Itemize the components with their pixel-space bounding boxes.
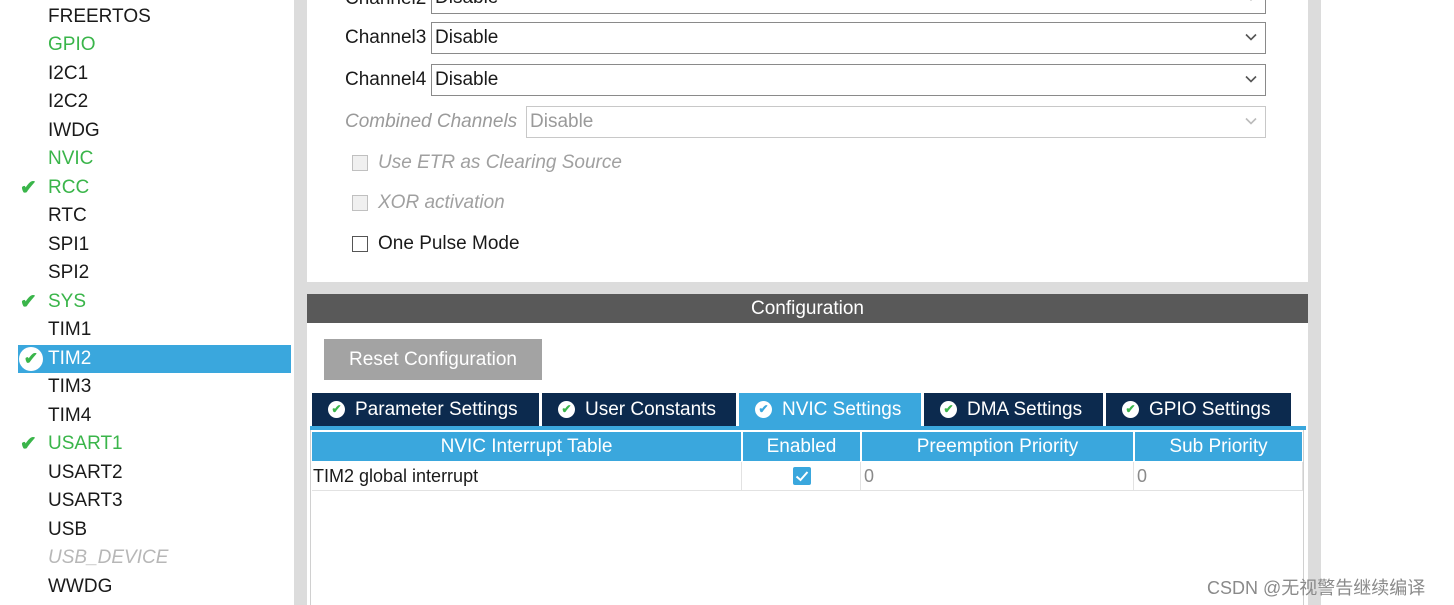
check-icon (795, 471, 809, 482)
channel4-select[interactable]: Disable (431, 64, 1266, 96)
tab-parameter-settings[interactable]: ✔ Parameter Settings (312, 393, 539, 426)
sidebar-item-label: USART1 (48, 433, 123, 454)
sidebar-item-sys[interactable]: ✔ SYS (18, 288, 291, 316)
sidebar-item-label: FREERTOS (48, 6, 151, 27)
peripheral-list: FREERTOS GPIO I2C1 I2C2 IWDG NVIC ✔ RCC … (0, 0, 294, 605)
channel2-select[interactable]: Disable (431, 0, 1266, 14)
sidebar-item-label: USART3 (48, 490, 123, 511)
sidebar-item-wwdg[interactable]: WWDG (18, 573, 291, 601)
combined-channels-label: Combined Channels (345, 111, 518, 132)
sidebar-item-tim1[interactable]: TIM1 (18, 316, 291, 344)
one-pulse-mode-label: One Pulse Mode (378, 233, 520, 254)
sidebar-item-tim2[interactable]: ✔ TIM2 (18, 345, 291, 373)
tab-user-constants[interactable]: ✔ User Constants (542, 393, 736, 426)
sidebar-item-label: GPIO (48, 34, 96, 55)
sidebar-item-label: NVIC (48, 148, 94, 169)
channel2-label: Channel2 (345, 0, 426, 10)
column-header-enabled[interactable]: Enabled (743, 432, 860, 461)
sidebar-item-gpio[interactable]: GPIO (18, 31, 291, 59)
tab-gpio-settings[interactable]: ✔ GPIO Settings (1106, 393, 1291, 426)
watermark: CSDN @无视警告继续编译 (1207, 578, 1426, 598)
sidebar-item-tim3[interactable]: TIM3 (18, 373, 291, 401)
tab-label: GPIO Settings (1149, 399, 1271, 420)
sidebar-item-label: WWDG (48, 576, 113, 597)
tab-dma-settings[interactable]: ✔ DMA Settings (924, 393, 1103, 426)
column-header-interrupt[interactable]: NVIC Interrupt Table (312, 432, 741, 461)
right-gutter (1308, 0, 1321, 605)
channel2-value: Disable (435, 0, 498, 8)
sidebar-item-i2c1[interactable]: I2C1 (18, 60, 291, 88)
column-header-preemption[interactable]: Preemption Priority (862, 432, 1133, 461)
tab-label: DMA Settings (967, 399, 1083, 420)
combined-channels-select: Disable (526, 106, 1266, 138)
sidebar-item-usart1[interactable]: ✔ USART1 (18, 430, 291, 458)
enabled-checkbox[interactable] (793, 467, 811, 485)
panel-divider[interactable] (307, 282, 1308, 294)
check-icon: ✔ (20, 291, 37, 313)
combined-channels-value: Disable (530, 111, 594, 132)
column-header-sub-priority[interactable]: Sub Priority (1135, 432, 1302, 461)
sidebar-item-label: USB (48, 519, 88, 540)
sidebar-item-usart2[interactable]: USART2 (18, 459, 291, 487)
chevron-down-icon (1245, 117, 1257, 125)
tab-label: NVIC Settings (782, 399, 902, 420)
channel4-value: Disable (435, 69, 499, 90)
sidebar-item-label: SPI2 (48, 262, 90, 283)
sidebar-item-tim4[interactable]: TIM4 (18, 402, 291, 430)
splitter[interactable] (294, 0, 307, 605)
check-circle-icon: ✔ (940, 401, 957, 418)
sidebar-item-label: RCC (48, 177, 90, 198)
sidebar-item-label: SPI1 (48, 234, 90, 255)
configuration-header: Configuration (307, 294, 1308, 323)
tab-label: Parameter Settings (355, 399, 518, 420)
checkbox-box[interactable] (352, 236, 368, 252)
sidebar-item-label: SYS (48, 291, 87, 312)
channel3-value: Disable (435, 27, 499, 48)
channel3-label: Channel3 (345, 27, 427, 48)
sidebar-item-label: USART2 (48, 462, 123, 483)
tab-nvic-settings[interactable]: ✔ NVIC Settings (739, 393, 921, 426)
sidebar-item-rtc[interactable]: RTC (18, 202, 291, 230)
channel4-label: Channel4 (345, 69, 427, 90)
sidebar-item-spi2[interactable]: SPI2 (18, 259, 291, 287)
check-circle-icon: ✔ (755, 401, 772, 418)
etr-clearing-label: Use ETR as Clearing Source (378, 152, 622, 173)
checkbox-box (352, 195, 368, 211)
sidebar-item-label: I2C2 (48, 91, 89, 112)
check-circle-icon: ✔ (328, 401, 345, 418)
sidebar-item-spi1[interactable]: SPI1 (18, 231, 291, 259)
sidebar-item-label: RTC (48, 205, 87, 226)
sidebar-item-usart3[interactable]: USART3 (18, 487, 291, 515)
sidebar-item-label: TIM3 (48, 376, 92, 397)
check-circle-icon: ✔ (19, 347, 43, 371)
sidebar-item-usb-device: USB_DEVICE (18, 544, 291, 572)
table-cell-interrupt-name[interactable]: TIM2 global interrupt (312, 462, 742, 491)
chevron-down-icon (1250, 0, 1252, 1)
sidebar-item-nvic[interactable]: NVIC (18, 145, 291, 173)
sidebar-item-label: I2C1 (48, 63, 89, 84)
sidebar-item-freertos[interactable]: FREERTOS (18, 3, 291, 31)
sidebar-item-label: IWDG (48, 120, 100, 141)
table-cell-sub-priority[interactable]: 0 (1134, 462, 1303, 491)
sidebar-item-usb[interactable]: USB (18, 516, 291, 544)
check-circle-icon: ✔ (1122, 401, 1139, 418)
check-icon: ✔ (20, 177, 37, 199)
check-circle-icon: ✔ (558, 401, 575, 418)
sidebar-item-rcc[interactable]: ✔ RCC (18, 174, 291, 202)
xor-activation-label: XOR activation (378, 192, 505, 213)
chevron-down-icon (1245, 33, 1257, 41)
channel3-select[interactable]: Disable (431, 22, 1266, 54)
check-icon: ✔ (20, 433, 37, 455)
sidebar-item-iwdg[interactable]: IWDG (18, 117, 291, 145)
table-cell-preemption[interactable]: 0 (861, 462, 1134, 491)
reset-configuration-button[interactable]: Reset Configuration (324, 339, 542, 380)
sidebar-item-label: USB_DEVICE (48, 547, 169, 568)
sidebar-item-label: TIM1 (48, 319, 92, 340)
sidebar-item-label: TIM2 (48, 348, 92, 369)
tab-label: User Constants (585, 399, 716, 420)
sidebar-item-label: TIM4 (48, 405, 92, 426)
sidebar-item-i2c2[interactable]: I2C2 (18, 88, 291, 116)
chevron-down-icon (1245, 75, 1257, 83)
checkbox-box (352, 155, 368, 171)
